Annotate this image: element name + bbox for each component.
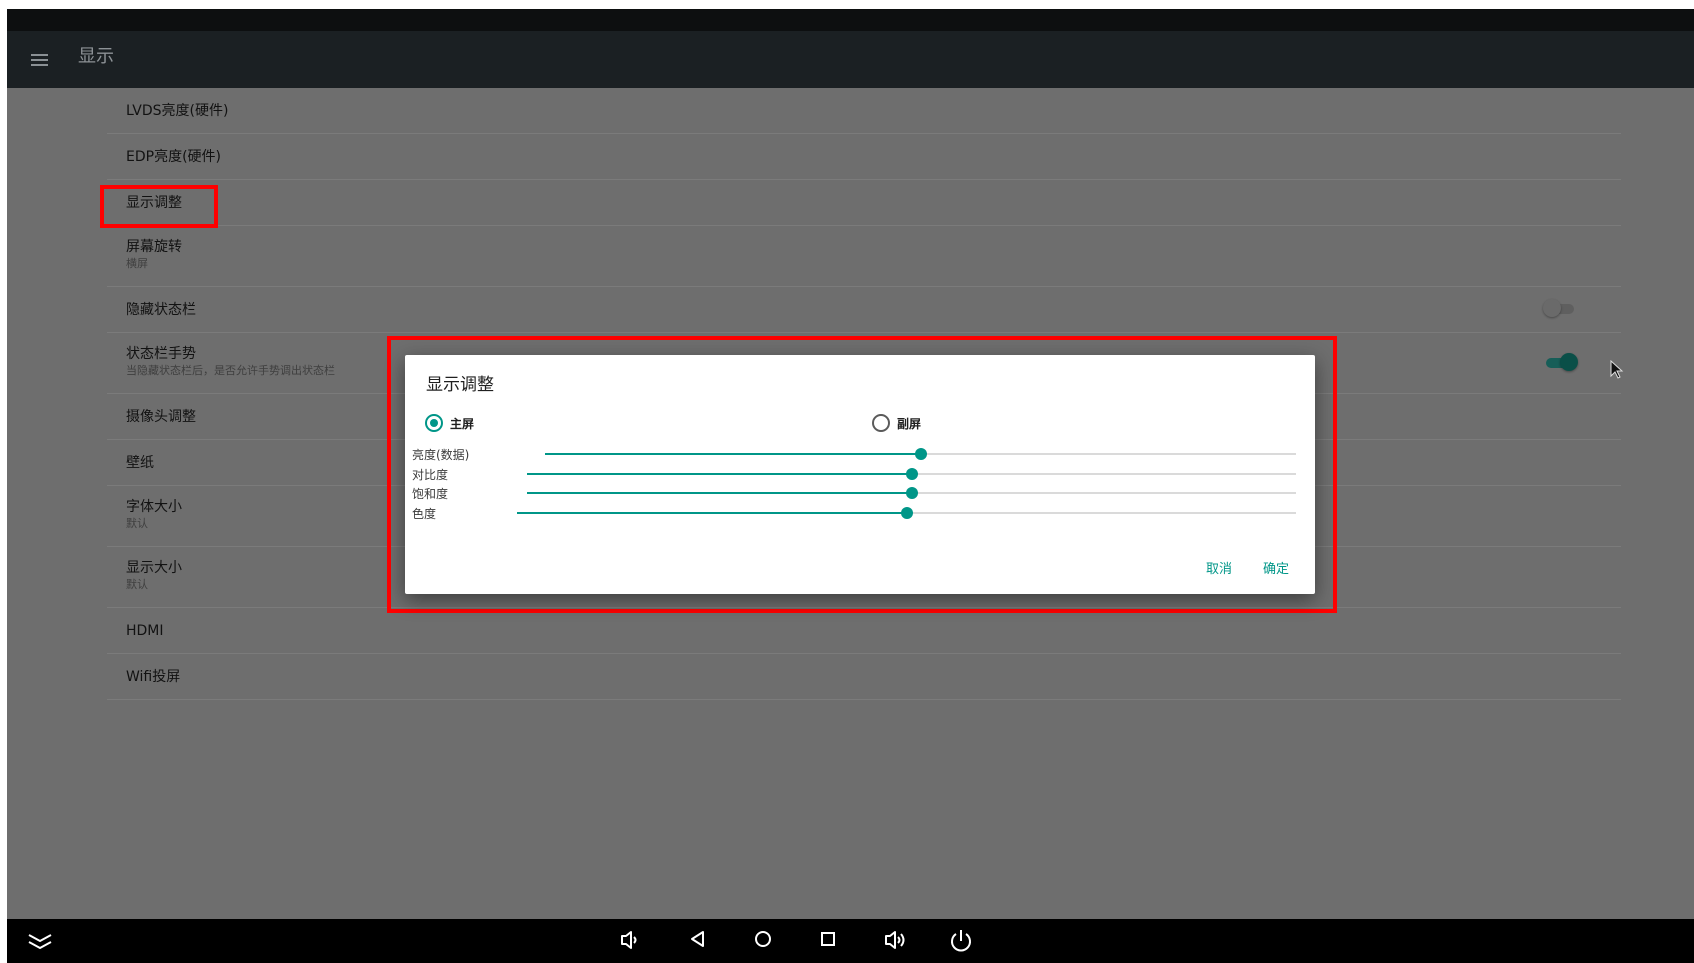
setting-lvds-brightness[interactable]: LVDS亮度(硬件) [107,88,1621,134]
slider-label: 饱和度 [412,487,449,501]
setting-title: 壁纸 [126,455,154,471]
setting-title: 状态栏手势 [126,346,196,362]
slider-label: 亮度(数据) [412,448,470,462]
radio-unchecked-icon [872,414,890,432]
setting-title: 隐藏状态栏 [126,302,196,318]
volume-down-icon[interactable] [620,929,640,951]
setting-summary: 横屏 [126,257,148,270]
radio-label: 副屏 [897,417,922,431]
dialog-title: 显示调整 [426,375,494,395]
radio-checked-icon [425,414,443,432]
back-icon[interactable] [689,929,707,949]
setting-display-adjust[interactable]: 显示调整 [107,180,1621,226]
statusbar-gesture-toggle[interactable] [1543,351,1581,375]
slider-label: 色度 [412,507,437,521]
setting-summary: 默认 [126,517,148,530]
setting-wifi-cast[interactable]: Wifi投屏 [107,654,1621,700]
home-icon[interactable] [753,929,773,949]
app-bar: 显示 [7,31,1694,88]
hue-slider[interactable] [517,507,1296,519]
radio-label: 主屏 [450,417,475,431]
status-bar [7,9,1694,31]
saturation-slider[interactable] [527,487,1296,499]
setting-edp-brightness[interactable]: EDP亮度(硬件) [107,134,1621,180]
setting-title: 显示大小 [126,560,182,576]
setting-title: Wifi投屏 [126,669,181,685]
setting-title: 摄像头调整 [126,409,196,425]
ok-button[interactable]: 确定 [1263,558,1289,577]
setting-hdmi[interactable]: HDMI [107,608,1621,654]
keyboard-hide-icon[interactable] [27,933,53,951]
contrast-slider[interactable] [527,468,1296,480]
recents-icon[interactable] [819,929,837,949]
slider-row-hue: 色度 [405,502,1315,523]
setting-title: HDMI [126,623,164,639]
setting-title: EDP亮度(硬件) [126,149,221,165]
slider-thumb[interactable] [905,468,918,480]
slider-thumb[interactable] [905,487,918,499]
navigation-bar [7,919,1694,963]
menu-icon[interactable] [29,48,53,72]
hide-statusbar-toggle[interactable] [1543,297,1581,321]
slider-row-contrast: 对比度 [405,463,1315,484]
brightness-slider[interactable] [545,448,1296,460]
setting-title: 显示调整 [126,195,182,211]
slider-row-saturation: 饱和度 [405,482,1315,503]
slider-thumb[interactable] [900,507,913,519]
setting-title: 屏幕旋转 [126,239,182,255]
slider-label: 对比度 [412,468,449,482]
display-adjust-dialog: 显示调整 主屏 副屏 亮度(数据) 对比度 饱和度 色度 取消 确定 [405,355,1315,594]
power-icon[interactable] [949,928,973,954]
setting-title: LVDS亮度(硬件) [126,103,229,119]
mouse-pointer-icon [1610,360,1624,379]
setting-summary: 默认 [126,578,148,591]
page-title: 显示 [78,46,114,67]
slider-row-brightness: 亮度(数据) [405,443,1315,464]
volume-up-icon[interactable] [884,929,908,951]
setting-screen-rotation[interactable]: 屏幕旋转 横屏 [107,226,1621,287]
slider-thumb[interactable] [914,448,927,460]
setting-summary: 当隐藏状态栏后，是否允许手势调出状态栏 [126,364,335,377]
setting-hide-statusbar[interactable]: 隐藏状态栏 [107,287,1621,333]
cancel-button[interactable]: 取消 [1206,558,1232,577]
setting-title: 字体大小 [126,499,182,515]
